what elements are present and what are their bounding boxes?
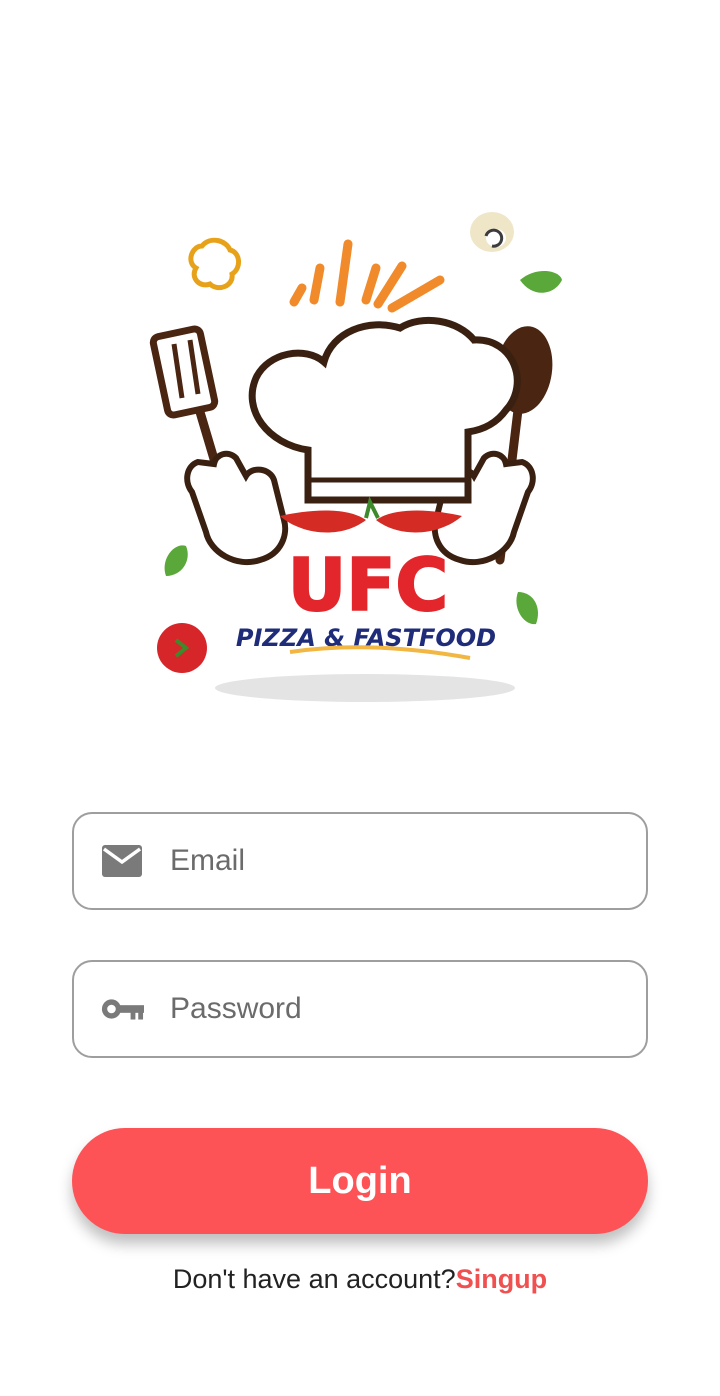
signup-link[interactable]: Singup xyxy=(456,1264,547,1294)
mushroom-decoration xyxy=(470,212,514,252)
left-hand-decoration xyxy=(184,450,289,565)
mail-icon xyxy=(100,839,144,883)
password-field[interactable] xyxy=(72,960,648,1058)
no-account-text: Don't have an account? xyxy=(172,1264,456,1294)
email-input[interactable] xyxy=(170,831,610,891)
brand-name: UFC xyxy=(288,543,449,627)
sparks-decoration xyxy=(289,239,445,313)
chili-mustache-decoration xyxy=(280,496,462,533)
app-logo: UFC PIZZA & FASTFOOD xyxy=(140,200,580,720)
leaf-decoration xyxy=(516,592,538,625)
leaf-decoration xyxy=(164,545,188,576)
email-field[interactable] xyxy=(72,812,648,910)
tomato-decoration xyxy=(157,623,207,673)
pepper-ring-decoration xyxy=(188,237,241,291)
key-icon xyxy=(100,987,144,1031)
login-button[interactable]: Login xyxy=(72,1128,648,1234)
leaf-decoration xyxy=(520,270,562,293)
signup-prompt: Don't have an account?Singup xyxy=(0,1264,720,1295)
password-input[interactable] xyxy=(170,979,610,1039)
